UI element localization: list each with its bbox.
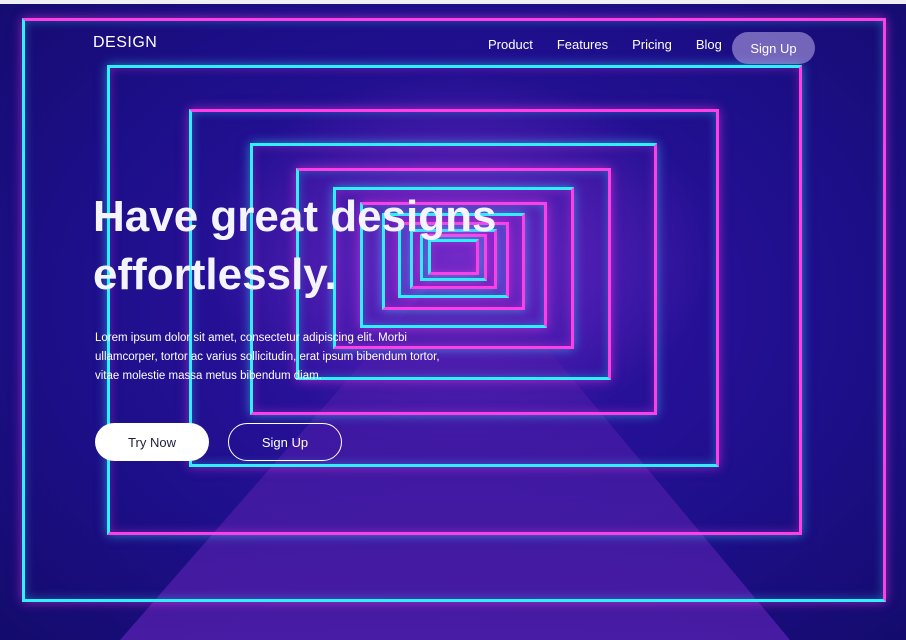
nav-link-pricing[interactable]: Pricing: [632, 37, 672, 52]
site-header: DESIGN Product Features Pricing Blog Sig…: [0, 4, 906, 74]
hero-headline: Have great designs effortlessly.: [93, 188, 613, 304]
hero-description: Lorem ipsum dolor sit amet, consectetur …: [95, 332, 440, 382]
hero-signup-button[interactable]: Sign Up: [228, 423, 342, 461]
logo[interactable]: DESIGN: [93, 34, 157, 52]
nav-link-features[interactable]: Features: [557, 37, 608, 52]
headline-line-1: Have great designs: [93, 192, 497, 241]
headline-line-2: effortlessly.: [93, 250, 337, 299]
hero-background: [0, 4, 906, 640]
nav-link-product[interactable]: Product: [488, 37, 533, 52]
nav-signup-button[interactable]: Sign Up: [732, 32, 815, 64]
main-nav: Product Features Pricing Blog: [488, 37, 746, 52]
try-now-button[interactable]: Try Now: [95, 423, 209, 461]
nav-link-blog[interactable]: Blog: [696, 37, 722, 52]
